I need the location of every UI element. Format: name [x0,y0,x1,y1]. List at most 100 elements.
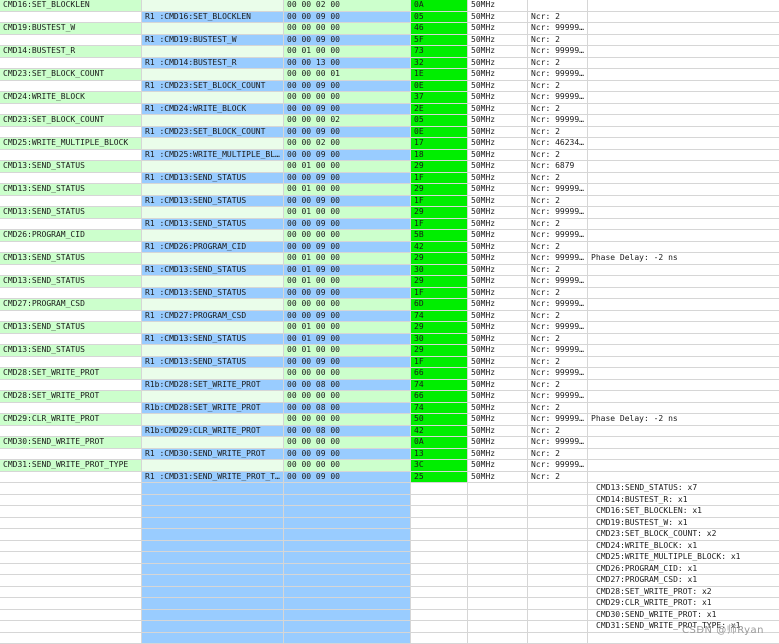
response-row[interactable]: R1 :CMD13:SEND_STATUS00 00 09 001F50MHzN… [0,219,779,231]
command-row[interactable]: CMD31:SEND_WRITE_PROT_TYPE00 00 00 003C5… [0,460,779,472]
empty-argument-cell [284,621,411,632]
ncr-cell: Ncr: 2 [528,288,588,299]
frequency-cell: 50MHz [468,357,528,368]
response-cell [142,23,284,34]
response-row[interactable]: R1 :CMD13:SEND_STATUS00 01 09 003050MHzN… [0,265,779,277]
note-cell [588,35,779,46]
response-row[interactable]: R1 :CMD30:SEND_WRITE_PROT00 00 09 001350… [0,449,779,461]
empty-command-cell [0,633,142,644]
response-row[interactable]: R1 :CMD24:WRITE_BLOCK00 00 09 002E50MHzN… [0,104,779,116]
command-row[interactable]: CMD19:BUSTEST_W00 00 00 004650MHzNcr: 99… [0,23,779,35]
command-row[interactable]: CMD27:PROGRAM_CSD00 00 00 006D50MHzNcr: … [0,299,779,311]
command-cell: CMD13:SEND_STATUS [0,322,142,333]
response-row[interactable]: R1 :CMD23:SET_BLOCK_COUNT00 00 09 000E50… [0,127,779,139]
response-row[interactable]: R1 :CMD26:PROGRAM_CID00 00 09 004250MHzN… [0,242,779,254]
ncr-cell: Ncr: 99999… [528,391,588,402]
command-row[interactable]: CMD13:SEND_STATUS00 01 00 002950MHzNcr: … [0,345,779,357]
command-row[interactable]: CMD13:SEND_STATUS00 01 00 002950MHzNcr: … [0,161,779,173]
note-cell [588,207,779,218]
summary-item: CMD23:SET_BLOCK_COUNT: x2 [588,529,779,540]
response-row[interactable]: R1b:CMD29:CLR_WRITE_PROT00 00 08 004250M… [0,426,779,438]
command-row[interactable]: CMD25:WRITE_MULTIPLE_BLOCK00 00 02 00175… [0,138,779,150]
command-row[interactable]: CMD23:SET_BLOCK_COUNT00 00 00 020550MHzN… [0,115,779,127]
command-row[interactable]: CMD14:BUSTEST_R00 01 00 007350MHzNcr: 99… [0,46,779,58]
response-row[interactable]: R1 :CMD13:SEND_STATUS00 00 09 001F50MHzN… [0,196,779,208]
empty-crc-cell [411,541,468,552]
command-row[interactable]: CMD29:CLR_WRITE_PROT00 00 00 005050MHzNc… [0,414,779,426]
command-cell [0,35,142,46]
empty-ncr-cell [528,495,588,506]
command-row[interactable]: CMD16:SET_BLOCKLEN00 00 02 000A50MHz [0,0,779,12]
response-row[interactable]: R1 :CMD13:SEND_STATUS00 00 09 001F50MHzN… [0,173,779,185]
response-row[interactable]: R1b:CMD28:SET_WRITE_PROT00 00 08 007450M… [0,380,779,392]
command-cell [0,81,142,92]
ncr-cell: Ncr: 99999… [528,253,588,264]
summary-item: CMD28:SET_WRITE_PROT: x2 [588,587,779,598]
summary-item: CMD24:WRITE_BLOCK: x1 [588,541,779,552]
empty-argument-cell [284,587,411,598]
empty-ncr-cell [528,633,588,644]
command-row[interactable]: CMD13:SEND_STATUS00 01 00 002950MHzNcr: … [0,184,779,196]
crc-cell: 42 [411,426,468,437]
response-row[interactable]: R1b:CMD28:SET_WRITE_PROT00 00 08 007450M… [0,403,779,415]
response-row[interactable]: R1 :CMD14:BUSTEST_R00 00 13 003250MHzNcr… [0,58,779,70]
response-row[interactable]: R1 :CMD13:SEND_STATUS00 01 09 003050MHzN… [0,334,779,346]
empty-ncr-cell [528,529,588,540]
command-cell [0,242,142,253]
frequency-cell: 50MHz [468,173,528,184]
command-row[interactable]: CMD30:SEND_WRITE_PROT00 00 00 000A50MHzN… [0,437,779,449]
response-row[interactable]: R1 :CMD13:SEND_STATUS00 00 09 001F50MHzN… [0,357,779,369]
empty-ncr-cell [528,552,588,563]
crc-cell: 2E [411,104,468,115]
empty-argument-cell [284,541,411,552]
command-row[interactable]: CMD13:SEND_STATUS00 01 00 002950MHzNcr: … [0,276,779,288]
command-row[interactable]: CMD28:SET_WRITE_PROT00 00 00 006650MHzNc… [0,391,779,403]
command-row[interactable]: CMD13:SEND_STATUS00 01 00 002950MHzNcr: … [0,322,779,334]
argument-cell: 00 00 00 00 [284,368,411,379]
command-cell [0,449,142,460]
ncr-cell: Ncr: 99999… [528,230,588,241]
response-cell: R1b:CMD28:SET_WRITE_PROT [142,403,284,414]
response-row[interactable]: R1 :CMD19:BUSTEST_W00 00 09 005F50MHzNcr… [0,35,779,47]
response-row[interactable]: R1 :CMD25:WRITE_MULTIPLE_BL…00 00 09 001… [0,150,779,162]
frequency-cell: 50MHz [468,230,528,241]
command-row[interactable]: CMD23:SET_BLOCK_COUNT00 00 00 011E50MHzN… [0,69,779,81]
summary-item: CMD29:CLR_WRITE_PROT: x1 [588,598,779,609]
crc-cell: 5F [411,35,468,46]
crc-cell: 18 [411,150,468,161]
crc-cell: 42 [411,242,468,253]
response-row[interactable]: R1 :CMD23:SET_BLOCK_COUNT00 00 09 000E50… [0,81,779,93]
crc-cell: 6D [411,299,468,310]
response-cell [142,69,284,80]
response-row[interactable]: R1 :CMD16:SET_BLOCKLEN00 00 09 000550MHz… [0,12,779,24]
response-cell: R1 :CMD26:PROGRAM_CID [142,242,284,253]
response-cell: R1 :CMD13:SEND_STATUS [142,288,284,299]
response-row[interactable]: R1 :CMD13:SEND_STATUS00 00 09 001F50MHzN… [0,288,779,300]
response-row[interactable]: R1 :CMD31:SEND_WRITE_PROT_T…00 00 09 002… [0,472,779,484]
command-cell [0,311,142,322]
command-cell: CMD13:SEND_STATUS [0,207,142,218]
frequency-cell: 50MHz [468,380,528,391]
argument-cell: 00 00 08 00 [284,380,411,391]
command-row[interactable]: CMD28:SET_WRITE_PROT00 00 00 006650MHzNc… [0,368,779,380]
response-row[interactable]: R1 :CMD27:PROGRAM_CSD00 00 09 007450MHzN… [0,311,779,323]
frequency-cell: 50MHz [468,0,528,11]
ncr-cell: Ncr: 2 [528,334,588,345]
empty-frequency-cell [468,587,528,598]
command-cell: CMD13:SEND_STATUS [0,345,142,356]
command-row[interactable]: CMD13:SEND_STATUS00 01 00 002950MHzNcr: … [0,207,779,219]
crc-cell: 73 [411,46,468,57]
summary-item: CMD30:SEND_WRITE_PROT: x1 [588,610,779,621]
command-row[interactable]: CMD13:SEND_STATUS00 01 00 002950MHzNcr: … [0,253,779,265]
command-cell: CMD26:PROGRAM_CID [0,230,142,241]
ncr-cell: Ncr: 2 [528,35,588,46]
empty-command-cell [0,610,142,621]
crc-cell: 05 [411,12,468,23]
empty-row: CMD26:PROGRAM_CID: x1 [0,564,779,576]
empty-frequency-cell [468,575,528,586]
command-row[interactable]: CMD24:WRITE_BLOCK00 00 00 003750MHzNcr: … [0,92,779,104]
ncr-cell: Ncr: 99999… [528,69,588,80]
response-cell: R1 :CMD13:SEND_STATUS [142,173,284,184]
command-row[interactable]: CMD26:PROGRAM_CID00 00 00 005B50MHzNcr: … [0,230,779,242]
empty-frequency-cell [468,483,528,494]
